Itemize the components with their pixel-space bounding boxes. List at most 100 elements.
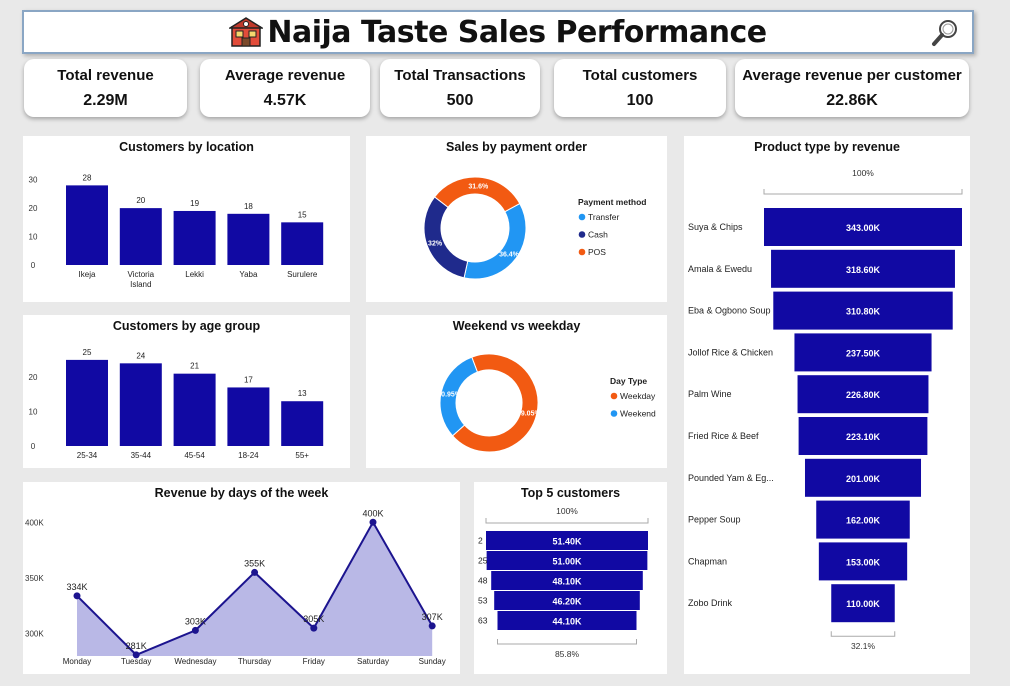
data-label: 305K	[303, 614, 324, 624]
legend-marker	[578, 213, 586, 221]
funnel-value-label: 318.60K	[846, 265, 881, 275]
slice-label: 30.95%	[437, 391, 462, 398]
funnel-bottom-label: 85.8%	[555, 649, 580, 659]
payment-chart-card: Sales by payment order 36.4% 32% 31.6% Paym…	[366, 136, 667, 302]
location-chart-card: Customers by location 0 10 20 30 28 Ikeja 20 Vi…	[23, 136, 350, 302]
dashboard-title: Naija Taste Sales Performance	[267, 14, 767, 50]
data-label: 303K	[185, 616, 206, 626]
kpi-average-revenue: Average revenue 4.57K	[200, 59, 370, 117]
age-chart-card: Customers by age group 0 10 20 25 25-34 24 35-…	[23, 315, 350, 468]
funnel-category-label: Suya & Chips	[688, 222, 743, 232]
funnel-category-label: 53	[478, 596, 488, 606]
chart-title: Top 5 customers	[520, 486, 621, 500]
bar	[66, 359, 108, 446]
funnel-value-label: 44.10K	[552, 617, 582, 627]
chart-title: Customers by location	[119, 140, 254, 154]
funnel-top-bracket	[485, 518, 649, 524]
x-tick-label: 45-54	[184, 451, 205, 460]
x-tick-label: Surulere	[287, 270, 318, 279]
kpi-value: 22.86K	[826, 92, 878, 109]
x-tick-label: 18-24	[238, 451, 259, 460]
funnel-category-label: 48	[478, 576, 488, 586]
legend-label: POS	[588, 247, 606, 257]
payment-donut-chart: 36.4% 32% 31.6% Payment method Transfer Cash P…	[423, 176, 647, 280]
funnel-value-label: 201.00K	[846, 474, 881, 484]
funnel-top-bracket	[763, 189, 963, 195]
bar	[173, 210, 216, 265]
funnel-top-label: 100%	[852, 168, 874, 178]
search-icon[interactable]	[930, 18, 960, 48]
kpi-value: 2.29M	[83, 92, 128, 109]
age-bar-chart: 0 10 20 25 25-34 24 35-44 21 45-54 17 18-24 13 55+	[29, 348, 324, 460]
funnel-category-label: Pepper Soup	[688, 515, 741, 525]
bar	[119, 363, 162, 446]
funnel-category-label: 25	[478, 556, 488, 566]
funnel-value-label: 110.00K	[846, 599, 880, 609]
y-tick-label: 30	[29, 176, 38, 185]
legend-label: Transfer	[588, 212, 620, 222]
data-label: 355K	[244, 558, 265, 568]
restaurant-logo-icon	[227, 16, 265, 48]
y-tick-label: 0	[31, 261, 36, 270]
chart-title: Customers by age group	[112, 319, 261, 333]
data-point	[73, 592, 81, 600]
data-label: 28	[83, 173, 92, 182]
kpi-label: Total Transactions	[394, 67, 526, 84]
funnel-bottom-label: 32.1%	[851, 641, 876, 651]
legend-marker	[578, 231, 586, 238]
funnel-value-label: 226.80K	[846, 390, 881, 400]
x-tick-label: Tuesday	[121, 657, 151, 666]
funnel-value-label: 51.40K	[552, 537, 582, 547]
bar	[173, 373, 216, 446]
funnel-value-label: 48.10K	[552, 577, 582, 587]
funnel-category-label: Jollof Rice & Chicken	[688, 347, 773, 357]
kpi-total-revenue: Total revenue 2.29M	[24, 59, 187, 117]
data-label: 19	[190, 199, 199, 208]
location-bar-chart: 0 10 20 30 28 Ikeja 20 Victoria Island 19 Lekki 18 Y…	[29, 173, 324, 289]
legend-label: Cash	[588, 230, 608, 240]
chart-title: Revenue by days of the week	[154, 486, 329, 500]
kpi-total-customers: Total customers 100	[554, 59, 726, 117]
y-tick-label: 300K	[25, 630, 44, 639]
x-tick-label: Thursday	[238, 657, 271, 666]
funnel-bottom-bracket	[830, 631, 896, 637]
data-label: 24	[136, 351, 145, 360]
funnel-value-label: 46.20K	[552, 597, 582, 607]
weekend-chart-card: Weekend vs weekday 69.05% 30.95% Day Type W…	[366, 315, 667, 468]
data-label: 334K	[66, 582, 87, 592]
data-point	[191, 626, 199, 634]
slice-label: 31.6%	[468, 184, 489, 191]
bar	[281, 222, 324, 265]
kpi-value: 500	[446, 92, 474, 109]
x-tick-label: Lekki	[185, 270, 204, 279]
bar	[66, 185, 108, 265]
y-tick-label: 10	[29, 233, 38, 242]
data-point	[251, 568, 259, 576]
kpi-label: Average revenue	[224, 67, 346, 84]
legend-title: Payment method	[578, 197, 647, 207]
funnel-value-label: 310.80K	[846, 307, 881, 317]
kpi-label: Total revenue	[57, 67, 154, 84]
bar	[227, 213, 270, 265]
funnel-value-label: 153.00K	[846, 557, 881, 567]
product-chart-card: Product type by revenue 100% 343.00K Suya …	[684, 136, 970, 674]
funnel-value-label: 343.00K	[846, 223, 881, 233]
legend-marker	[578, 248, 586, 256]
donut-slice	[423, 196, 469, 279]
kpi-value: 4.57K	[263, 92, 307, 109]
funnel-category-label: Eba & Ogbono Soup	[688, 306, 771, 316]
legend-marker	[610, 410, 618, 417]
data-label: 281K	[126, 641, 147, 651]
top5-funnel-chart: 100% 51.40K 2 51.00K 25 48.10K 48 46.20K 53 44.10…	[478, 506, 649, 659]
area-fill	[77, 522, 433, 656]
kpi-total-transactions: Total Transactions 500	[380, 59, 540, 117]
slice-label: 36.4%	[499, 252, 520, 259]
funnel-category-label: Zobo Drink	[688, 598, 733, 608]
funnel-category-label: 63	[478, 616, 488, 626]
chart-title: Weekend vs weekday	[452, 319, 581, 333]
days-chart-card: Revenue by days of the week 300K 350K 400K…	[23, 482, 460, 674]
data-label: 21	[190, 362, 199, 371]
legend-label: Weekend	[620, 409, 656, 419]
x-tick-label: 25-34	[77, 451, 98, 460]
kpi-label: Total customers	[582, 67, 698, 84]
